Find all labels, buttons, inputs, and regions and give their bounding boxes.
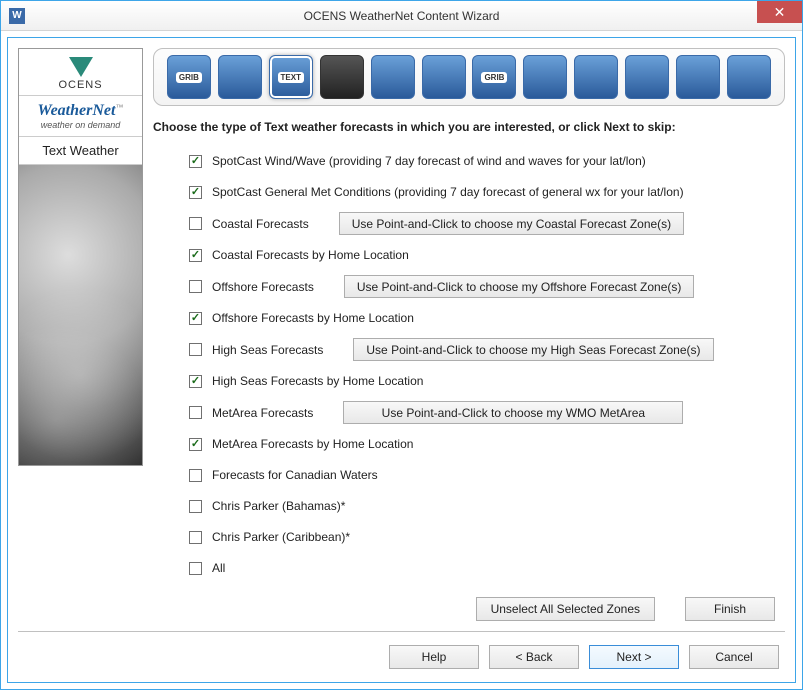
option-row-all: All: [189, 557, 785, 579]
label-all: All: [212, 561, 225, 575]
label-coastal-home: Coastal Forecasts by Home Location: [212, 248, 409, 262]
category-icon-strip: GRIB TEXT GRIB: [153, 48, 785, 106]
grib2-icon-label: GRIB: [481, 72, 507, 83]
checkbox-highseas-home[interactable]: [189, 375, 202, 388]
checkbox-offshore[interactable]: [189, 280, 202, 293]
label-coastal: Coastal Forecasts: [212, 217, 309, 231]
checkbox-spotcast-met[interactable]: [189, 186, 202, 199]
label-parker-bahamas: Chris Parker (Bahamas)*: [212, 499, 345, 513]
ocens-logo-icon: [69, 57, 93, 77]
checkbox-highseas[interactable]: [189, 343, 202, 356]
zone-button-highseas[interactable]: Use Point-and-Click to choose my High Se…: [353, 338, 713, 361]
label-offshore: Offshore Forecasts: [212, 280, 314, 294]
main-area: GRIB TEXT GRIB Choose the type of Text wea…: [153, 48, 785, 621]
option-row-highseas: High Seas Forecasts Use Point-and-Click t…: [189, 338, 785, 361]
buoy-icon[interactable]: [371, 55, 415, 99]
fish-icon[interactable]: [523, 55, 567, 99]
zone-button-offshore[interactable]: Use Point-and-Click to choose my Offshor…: [344, 275, 695, 298]
ocens-logo: OCENS: [19, 49, 142, 96]
checkbox-coastal[interactable]: [189, 217, 202, 230]
option-row-coastal: Coastal Forecasts Use Point-and-Click to …: [189, 212, 785, 235]
note-icon[interactable]: [574, 55, 618, 99]
option-row-coastal-home: Coastal Forecasts by Home Location: [189, 244, 785, 266]
door-icon[interactable]: [727, 55, 771, 99]
label-offshore-home: Offshore Forecasts by Home Location: [212, 311, 414, 325]
weathernet-title: WeatherNet: [38, 102, 116, 119]
finish-button[interactable]: Finish: [685, 597, 775, 621]
option-row-spotcast-wind: SpotCast Wind/Wave (providing 7 day fore…: [189, 150, 785, 172]
label-canadian: Forecasts for Canadian Waters: [212, 468, 378, 482]
grib-icon[interactable]: GRIB: [167, 55, 211, 99]
titlebar: W OCENS WeatherNet Content Wizard ✕: [1, 1, 802, 31]
checkbox-offshore-home[interactable]: [189, 312, 202, 325]
option-row-parker-bahamas: Chris Parker (Bahamas)*: [189, 495, 785, 517]
cancel-button[interactable]: Cancel: [689, 645, 779, 669]
window-title: OCENS WeatherNet Content Wizard: [1, 9, 802, 23]
checkbox-canadian[interactable]: [189, 469, 202, 482]
trademark-icon: ™: [115, 103, 123, 112]
sidebar: OCENS WeatherNet™ weather on demand Text…: [18, 48, 143, 621]
window: W OCENS WeatherNet Content Wizard ✕ OCEN…: [0, 0, 803, 690]
grib2-icon[interactable]: GRIB: [472, 55, 516, 99]
checkbox-metarea-home[interactable]: [189, 438, 202, 451]
fax-icon[interactable]: [218, 55, 262, 99]
option-row-metarea: MetArea Forecasts Use Point-and-Click to …: [189, 401, 785, 424]
main-row: OCENS WeatherNet™ weather on demand Text…: [8, 38, 795, 631]
option-row-parker-caribbean: Chris Parker (Caribbean)*: [189, 526, 785, 548]
back-button[interactable]: < Back: [489, 645, 579, 669]
label-spotcast-met: SpotCast General Met Conditions (providi…: [212, 185, 684, 199]
sidebar-decorative-image: [19, 165, 142, 465]
option-row-offshore-home: Offshore Forecasts by Home Location: [189, 307, 785, 329]
checkbox-parker-caribbean[interactable]: [189, 531, 202, 544]
help-button[interactable]: Help: [389, 645, 479, 669]
unselect-zones-button[interactable]: Unselect All Selected Zones: [476, 597, 655, 621]
option-row-offshore: Offshore Forecasts Use Point-and-Click to…: [189, 275, 785, 298]
checkbox-parker-bahamas[interactable]: [189, 500, 202, 513]
sidebar-panel: OCENS WeatherNet™ weather on demand Text…: [18, 48, 143, 466]
section-label: Text Weather: [19, 137, 142, 165]
house-icon[interactable]: [625, 55, 669, 99]
option-row-canadian: Forecasts for Canadian Waters: [189, 464, 785, 486]
label-metarea: MetArea Forecasts: [212, 406, 313, 420]
option-row-spotcast-met: SpotCast General Met Conditions (providi…: [189, 181, 785, 203]
text-icon-label: TEXT: [278, 72, 304, 83]
checkbox-metarea[interactable]: [189, 406, 202, 419]
sat-icon[interactable]: [320, 55, 364, 99]
option-row-metarea-home: MetArea Forecasts by Home Location: [189, 433, 785, 455]
close-button[interactable]: ✕: [757, 1, 802, 23]
checkbox-all[interactable]: [189, 562, 202, 575]
checkbox-spotcast-wind[interactable]: [189, 155, 202, 168]
instruction-text: Choose the type of Text weather forecast…: [153, 120, 785, 134]
ocens-logo-text: OCENS: [19, 79, 142, 91]
ocean-icon[interactable]: [422, 55, 466, 99]
zone-actions-row: Unselect All Selected Zones Finish: [153, 597, 785, 621]
label-spotcast-wind: SpotCast Wind/Wave (providing 7 day fore…: [212, 154, 646, 168]
options-list: SpotCast Wind/Wave (providing 7 day fore…: [153, 150, 785, 579]
grib-icon-label: GRIB: [176, 72, 202, 83]
option-row-highseas-home: High Seas Forecasts by Home Location: [189, 370, 785, 392]
label-highseas: High Seas Forecasts: [212, 343, 323, 357]
label-metarea-home: MetArea Forecasts by Home Location: [212, 437, 413, 451]
label-highseas-home: High Seas Forecasts by Home Location: [212, 374, 423, 388]
wizard-footer: Help < Back Next > Cancel: [8, 632, 795, 682]
weathernet-logo: WeatherNet™ weather on demand: [19, 96, 142, 137]
phone-icon[interactable]: [676, 55, 720, 99]
label-parker-caribbean: Chris Parker (Caribbean)*: [212, 530, 350, 544]
content-frame: OCENS WeatherNet™ weather on demand Text…: [7, 37, 796, 683]
zone-button-coastal[interactable]: Use Point-and-Click to choose my Coastal…: [339, 212, 684, 235]
checkbox-coastal-home[interactable]: [189, 249, 202, 262]
text-icon[interactable]: TEXT: [269, 55, 313, 99]
weathernet-tagline: weather on demand: [23, 120, 138, 130]
next-button[interactable]: Next >: [589, 645, 679, 669]
zone-button-metarea[interactable]: Use Point-and-Click to choose my WMO Met…: [343, 401, 683, 424]
